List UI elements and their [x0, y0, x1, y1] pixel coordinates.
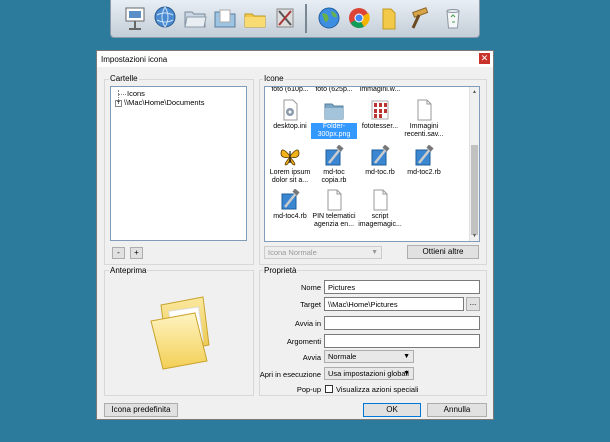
browse-button[interactable]: ... — [466, 297, 480, 311]
xcode-icon — [413, 144, 435, 167]
open-running-label: Apri in esecuzione — [259, 370, 321, 379]
icon-item[interactable]: md-toc.rb — [357, 144, 403, 177]
tree-item-documents[interactable]: \\Mac\Home\Documents — [124, 98, 204, 107]
title-bar: Impostazioni icona ✕ — [97, 51, 493, 67]
folder-yellow-icon[interactable] — [243, 5, 267, 31]
icon-list-scrollbar[interactable]: ▲ ▼ — [469, 87, 479, 241]
icon-mode-select[interactable]: Icona Normale ▼ — [264, 246, 382, 259]
globe-network-icon[interactable] — [153, 5, 177, 31]
icon-item[interactable]: script imagemagic... — [357, 189, 403, 229]
dialog-title: Impostazioni icona — [101, 55, 168, 64]
folder-documents-icon[interactable] — [213, 5, 237, 31]
popup-label: Pop-up — [296, 385, 321, 394]
icon-item[interactable]: foto (625p... — [311, 87, 357, 94]
folder-open-icon[interactable] — [183, 5, 207, 31]
chevron-down-icon: ▼ — [403, 370, 410, 377]
xcode-icon — [369, 144, 391, 167]
tools-icon[interactable] — [273, 5, 297, 31]
default-icon-button[interactable]: Icona predefinita — [104, 403, 178, 417]
icon-item[interactable]: md-toc4.rb — [267, 188, 313, 221]
xcode-icon — [323, 144, 345, 167]
hammer-icon[interactable] — [407, 5, 431, 31]
folder-tree[interactable]: Icons + \\Mac\Home\Documents — [110, 86, 247, 241]
open-running-select[interactable]: Usa impostazioni globali ▼ — [324, 367, 414, 380]
cancel-button[interactable]: Annulla — [427, 403, 487, 417]
icon-item[interactable]: desktop.ini — [267, 99, 313, 131]
chevron-down-icon: ▼ — [403, 353, 410, 360]
icon-item[interactable]: Immagini recenti.sav... — [401, 99, 447, 139]
document-icon — [413, 99, 435, 121]
presentation-icon[interactable] — [123, 5, 147, 31]
start-in-input[interactable] — [324, 316, 480, 330]
folder-icon — [323, 99, 345, 121]
get-more-button[interactable]: Ottieni altre — [407, 245, 479, 259]
add-folder-button[interactable]: + — [130, 247, 143, 259]
icons-label: Icone — [263, 74, 285, 83]
target-label: Target — [300, 300, 321, 309]
icon-list[interactable]: foto (610p... foto (625p... immagini.w..… — [264, 86, 480, 242]
arguments-label: Argomenti — [286, 337, 321, 346]
dock — [110, 0, 480, 38]
scrollbar-thumb[interactable] — [471, 145, 478, 235]
popup-checkbox-label: Visualizza azioni speciali — [336, 385, 419, 394]
ok-button[interactable]: OK — [363, 403, 421, 417]
name-input[interactable]: Pictures — [324, 280, 480, 294]
icon-item[interactable]: PIN telematici agenzia en... — [311, 189, 357, 229]
icon-item-selected[interactable]: Folder-300px.png — [311, 99, 357, 139]
arguments-input[interactable] — [324, 334, 480, 348]
internet-globe-icon[interactable] — [317, 5, 341, 31]
close-button[interactable]: ✕ — [479, 53, 490, 64]
name-label: Nome — [300, 283, 321, 292]
preview-label: Anteprima — [109, 266, 148, 275]
folder-preview-icon — [141, 291, 221, 371]
scroll-up-icon[interactable]: ▲ — [472, 89, 477, 95]
scroll-down-icon[interactable]: ▼ — [472, 233, 477, 239]
xcode-icon — [279, 188, 301, 211]
photos-grid-icon — [369, 99, 391, 121]
properties-label: Proprietà — [263, 266, 298, 275]
icon-item[interactable]: md-toc2.rb — [401, 144, 447, 177]
document-icon — [369, 189, 391, 211]
run-select[interactable]: Normale ▼ — [324, 350, 414, 363]
folders-label: Cartelle — [109, 74, 139, 83]
recycle-bin-icon[interactable] — [441, 5, 465, 31]
icon-item[interactable]: immagini.w... — [357, 87, 403, 94]
icon-item[interactable]: md-toc copia.rb — [311, 144, 357, 185]
icon-item[interactable]: Lorem ipsum dolor sit a... — [267, 145, 313, 185]
remove-folder-button[interactable]: - — [112, 247, 125, 259]
icon-item[interactable]: foto (610p... — [267, 87, 313, 94]
chevron-down-icon: ▼ — [371, 249, 378, 256]
tree-item-icons[interactable]: Icons — [127, 89, 145, 98]
butterfly-icon — [279, 145, 301, 167]
popup-checkbox[interactable] — [325, 385, 333, 393]
tree-expand-icon[interactable]: + — [115, 100, 122, 107]
settings-file-icon — [279, 99, 301, 121]
run-label: Avvia — [302, 353, 321, 362]
target-input[interactable]: \\Mac\Home\Pictures — [324, 297, 464, 311]
chrome-icon[interactable] — [347, 5, 371, 31]
icon-item[interactable]: fototesser... — [357, 99, 403, 131]
folder-icon[interactable] — [377, 5, 401, 31]
document-icon — [323, 189, 345, 211]
icon-settings-dialog: Impostazioni icona ✕ Cartelle Icons + \\… — [96, 50, 494, 420]
start-in-label: Avvia in — [294, 319, 321, 328]
